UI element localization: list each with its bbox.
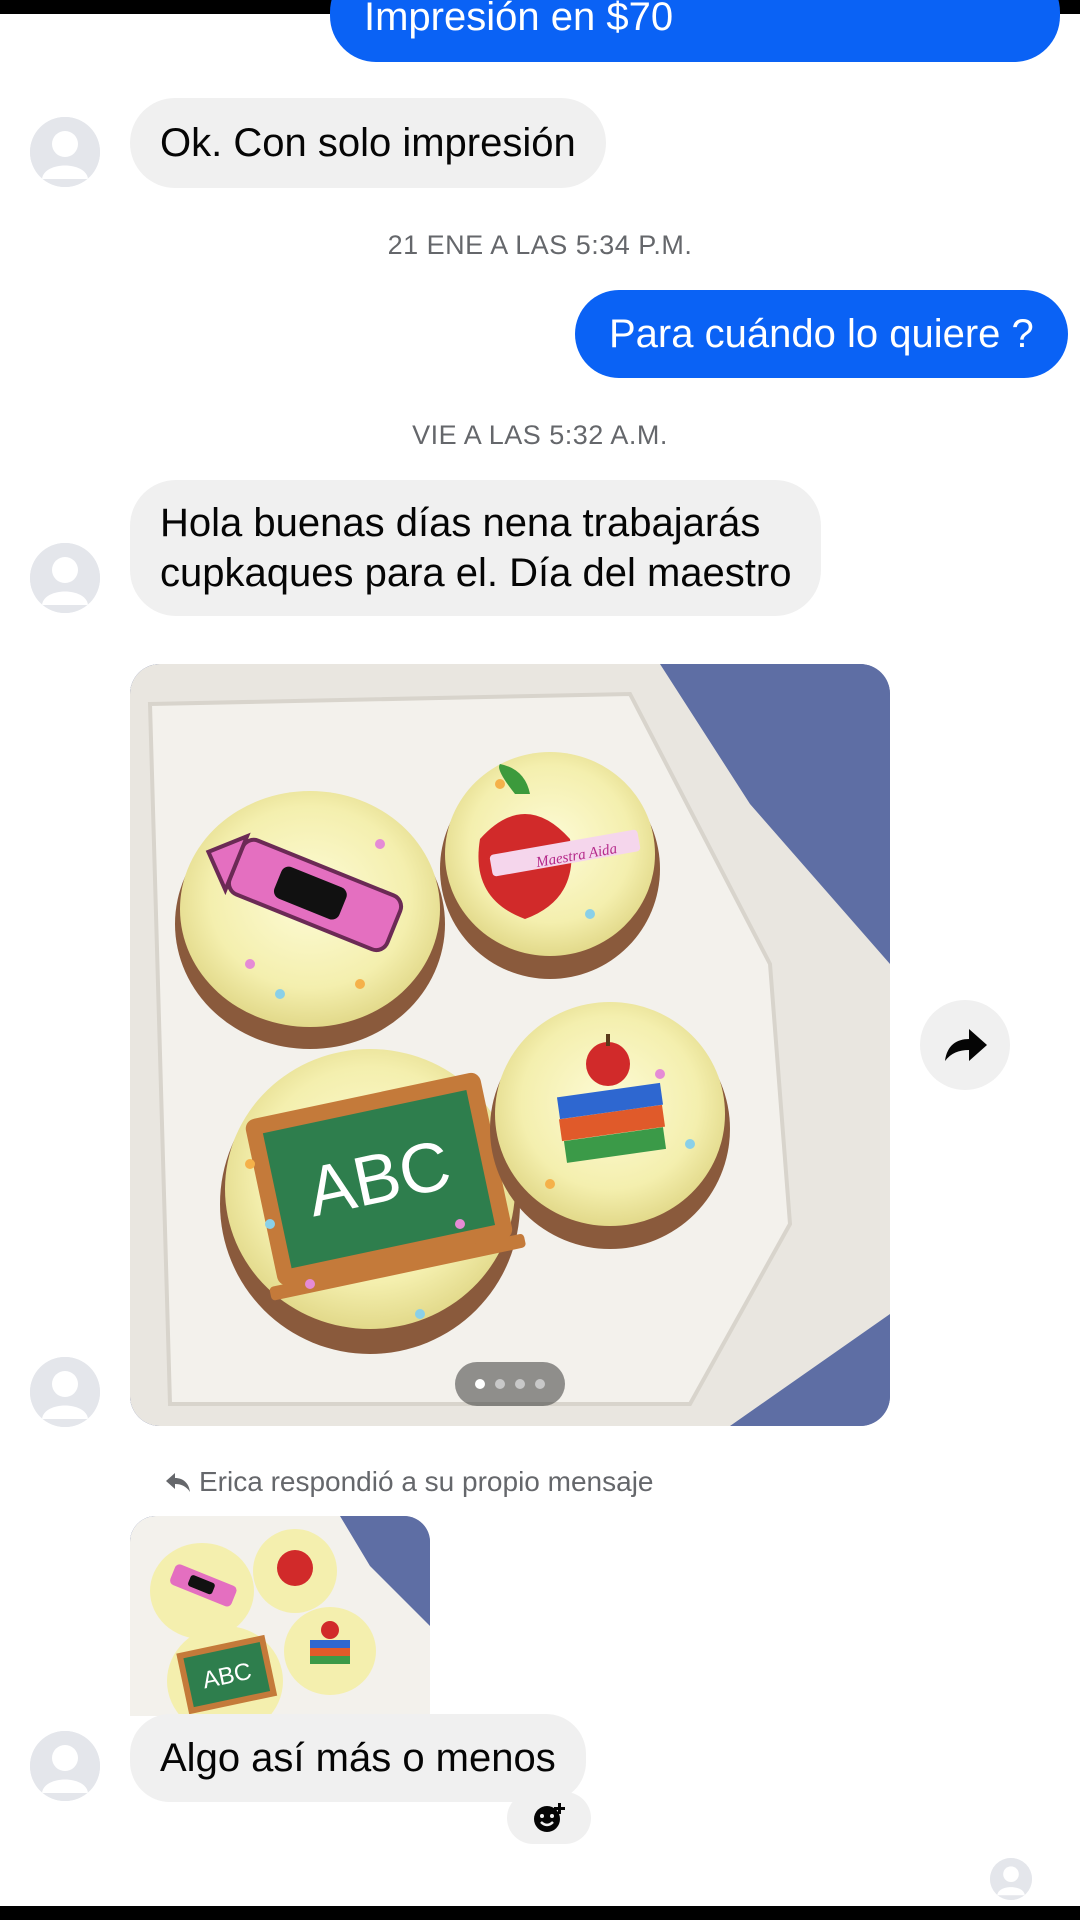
- message-text-line-2: cupkaques para el. Día del maestro: [160, 551, 792, 595]
- default-profile-icon: [30, 543, 100, 613]
- message-incoming-2[interactable]: Hola buenas días nena trabajarás cupkaqu…: [130, 480, 822, 616]
- message-incoming-1[interactable]: Ok. Con solo impresión: [130, 98, 606, 188]
- contact-avatar[interactable]: [30, 543, 100, 613]
- photo-pager[interactable]: [455, 1362, 565, 1406]
- message-outgoing-2[interactable]: Para cuándo lo quiere ?: [575, 290, 1068, 378]
- message-text: Impresión en $70: [364, 0, 674, 39]
- default-profile-icon: [30, 117, 100, 187]
- message-incoming-3[interactable]: Algo así más o menos: [130, 1714, 586, 1802]
- default-profile-icon: [30, 1731, 100, 1801]
- message-text-line-1: Hola buenas días nena trabajarás: [160, 501, 761, 545]
- photo-message[interactable]: Maestra Aida ABC: [130, 664, 890, 1426]
- message-timestamp: 21 ENE A LAS 5:34 P.M.: [387, 230, 693, 260]
- navigation-bar: [0, 1906, 1080, 1920]
- message-text: Ok. Con solo impresión: [160, 121, 576, 165]
- message-outgoing-1[interactable]: Impresión en $70: [330, 0, 1060, 62]
- pager-dot: [495, 1379, 505, 1389]
- add-reaction-icon: [534, 1803, 565, 1832]
- contact-avatar[interactable]: [30, 1357, 100, 1427]
- cupcakes-photo: Maestra Aida ABC: [130, 664, 890, 1426]
- message-timestamp: VIE A LAS 5:32 A.M.: [412, 420, 668, 450]
- replied-photo-thumbnail[interactable]: ABC: [130, 1516, 430, 1716]
- default-profile-icon: [30, 1357, 100, 1427]
- pager-dot: [535, 1379, 545, 1389]
- message-text: Para cuándo lo quiere ?: [609, 311, 1034, 356]
- share-button[interactable]: [920, 1000, 1010, 1090]
- add-reaction-button[interactable]: [507, 1792, 591, 1844]
- contact-avatar[interactable]: [30, 1731, 100, 1801]
- reply-note-text: Erica respondió a su propio mensaje: [199, 1466, 654, 1497]
- share-forward-icon: [945, 1029, 987, 1061]
- reply-arrow-icon: [166, 1473, 190, 1492]
- pager-dot: [475, 1379, 485, 1389]
- cupcakes-thumbnail: ABC: [130, 1516, 430, 1716]
- pager-dot: [515, 1379, 525, 1389]
- default-profile-icon: [990, 1858, 1032, 1900]
- reply-indicator: Erica respondió a su propio mensaje: [165, 1466, 653, 1498]
- contact-avatar[interactable]: [30, 117, 100, 187]
- seen-indicator-avatar: [990, 1858, 1032, 1900]
- message-text: Algo así más o menos: [160, 1736, 556, 1780]
